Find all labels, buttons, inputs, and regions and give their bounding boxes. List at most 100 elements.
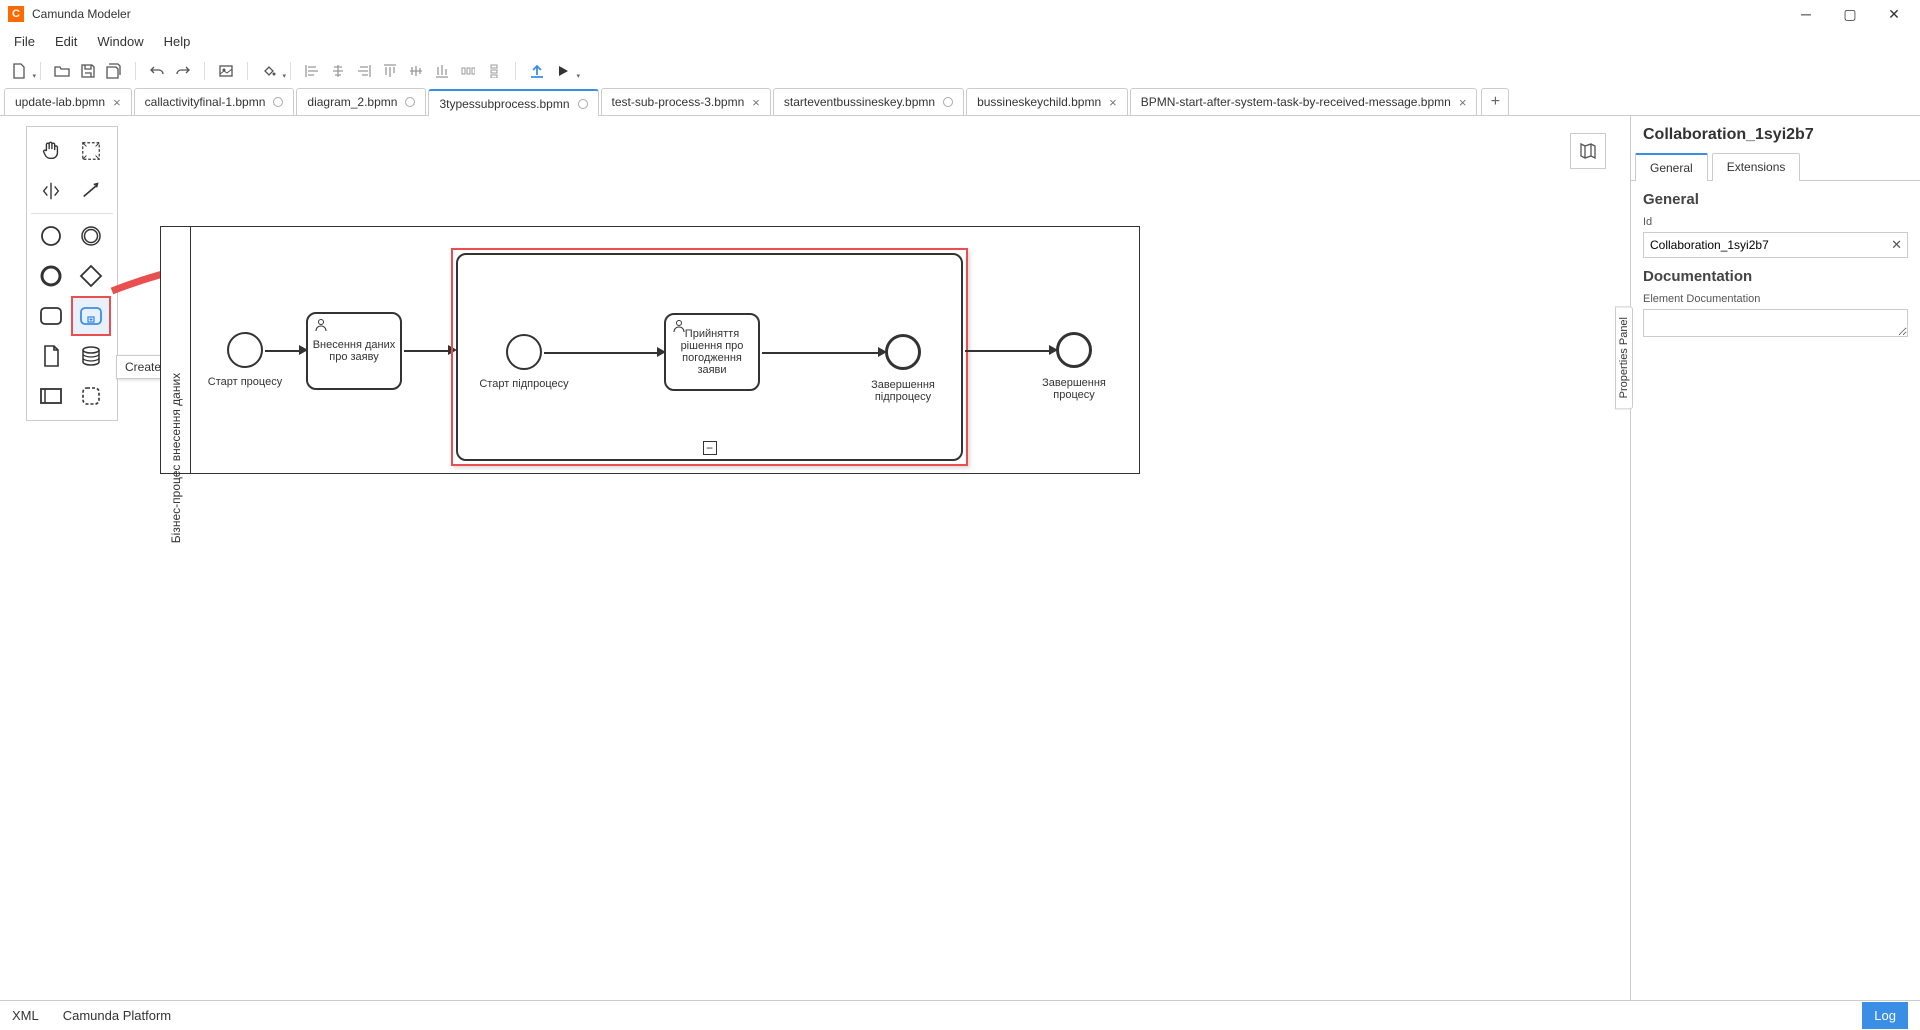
deploy-icon[interactable] — [526, 60, 548, 82]
open-icon[interactable] — [51, 60, 73, 82]
subprocess-marker-icon: − — [703, 441, 717, 455]
align-right-icon[interactable] — [353, 60, 375, 82]
id-input[interactable] — [1643, 232, 1908, 258]
unsaved-indicator-icon — [578, 99, 588, 109]
global-connect-tool-icon[interactable] — [71, 171, 111, 211]
window-title-bar: C Camunda Modeler ─ ▢ ✕ — [0, 0, 1920, 28]
app-icon: C — [8, 6, 24, 22]
sequence-flow[interactable] — [544, 352, 659, 354]
user-task-1[interactable]: Внесення даних про заяву — [306, 312, 402, 390]
data-store-icon[interactable] — [71, 336, 111, 376]
doc-label: Element Documentation — [1643, 293, 1908, 305]
color-fill-icon[interactable]: ▾ — [258, 60, 280, 82]
menu-edit[interactable]: Edit — [47, 31, 85, 52]
run-icon[interactable]: ▾ — [552, 60, 574, 82]
task-icon[interactable] — [31, 296, 71, 336]
bpmn-diagram[interactable]: Бізнес-процес внесення даних Старт проце… — [160, 226, 1140, 474]
new-file-icon[interactable]: ▾ — [8, 60, 30, 82]
lasso-tool-icon[interactable] — [71, 131, 111, 171]
intermediate-event-icon[interactable] — [71, 216, 111, 256]
space-tool-icon[interactable] — [31, 171, 71, 211]
status-xml[interactable]: XML — [12, 1008, 39, 1023]
task-label: Внесення даних про заяву — [312, 339, 396, 363]
sequence-flow[interactable] — [265, 350, 301, 352]
tab-close-icon[interactable]: × — [1109, 95, 1117, 110]
align-top-icon[interactable] — [379, 60, 401, 82]
main-canvas-area: Create expanded SubProcess Бізнес-процес… — [0, 116, 1920, 1000]
expanded-subprocess-icon[interactable] — [71, 296, 111, 336]
undo-icon[interactable] — [146, 60, 168, 82]
menu-help[interactable]: Help — [156, 31, 199, 52]
section-doc-title: Documentation — [1643, 268, 1908, 285]
log-button[interactable]: Log — [1862, 1002, 1908, 1029]
tab-close-icon[interactable]: × — [113, 95, 121, 110]
properties-panel-toggle[interactable]: Properties Panel — [1615, 306, 1633, 409]
end-event-label: Завершення процесу — [1024, 377, 1124, 401]
save-all-icon[interactable] — [103, 60, 125, 82]
start-event-label: Старт процесу — [195, 376, 295, 388]
expanded-subprocess[interactable]: Старт підпроцесу Прийняття рішення про п… — [456, 253, 963, 461]
close-button[interactable]: ✕ — [1882, 2, 1906, 26]
section-general-title: General — [1643, 191, 1908, 208]
properties-tab-general[interactable]: General — [1635, 153, 1708, 181]
menu-window[interactable]: Window — [89, 31, 151, 52]
sequence-flow[interactable] — [965, 350, 1051, 352]
distribute-v-icon[interactable] — [483, 60, 505, 82]
participant-icon[interactable] — [31, 376, 71, 416]
sequence-flow[interactable] — [762, 352, 880, 354]
user-icon — [672, 319, 686, 336]
tab-callactivityfinal[interactable]: callactivityfinal-1.bpmn — [134, 88, 295, 115]
tab-3typessubprocess[interactable]: 3typessubprocess.bpmn — [428, 89, 598, 116]
element-palette — [26, 126, 118, 421]
minimap-toggle-button[interactable] — [1570, 133, 1606, 169]
sequence-flow[interactable] — [404, 350, 450, 352]
tab-add-button[interactable]: + — [1481, 88, 1509, 115]
align-middle-icon[interactable] — [405, 60, 427, 82]
maximize-button[interactable]: ▢ — [1838, 2, 1862, 26]
toolbar: ▾ ▾ ▾ — [0, 54, 1920, 88]
lane-title: Бізнес-процес внесення даних — [169, 373, 183, 543]
subprocess-end-label: Завершення підпроцесу — [853, 379, 953, 403]
redo-icon[interactable] — [172, 60, 194, 82]
tab-bussineskeychild[interactable]: bussineskeychild.bpmn× — [966, 88, 1128, 115]
save-icon[interactable] — [77, 60, 99, 82]
start-event-icon[interactable] — [31, 216, 71, 256]
doc-textarea[interactable] — [1643, 309, 1908, 337]
group-icon[interactable] — [71, 376, 111, 416]
distribute-h-icon[interactable] — [457, 60, 479, 82]
tab-bpmn-start-after[interactable]: BPMN-start-after-system-task-by-received… — [1130, 88, 1478, 115]
align-center-icon[interactable] — [327, 60, 349, 82]
menu-file[interactable]: File — [6, 31, 43, 52]
menu-bar: File Edit Window Help — [0, 28, 1920, 54]
gateway-icon[interactable] — [71, 256, 111, 296]
unsaved-indicator-icon — [273, 97, 283, 107]
end-event-icon[interactable] — [31, 256, 71, 296]
subprocess-end-event[interactable]: Завершення підпроцесу — [885, 334, 921, 370]
hand-tool-icon[interactable] — [31, 131, 71, 171]
properties-header: Collaboration_1syi2b7 — [1631, 116, 1920, 153]
clear-input-icon[interactable]: ✕ — [1891, 237, 1902, 253]
data-object-icon[interactable] — [31, 336, 71, 376]
start-event[interactable]: Старт процесу — [227, 332, 263, 368]
tab-test-sub-process[interactable]: test-sub-process-3.bpmn× — [601, 88, 771, 115]
align-bottom-icon[interactable] — [431, 60, 453, 82]
properties-panel: Properties Panel Collaboration_1syi2b7 G… — [1630, 116, 1920, 1000]
tab-close-icon[interactable]: × — [1459, 95, 1467, 110]
minimize-button[interactable]: ─ — [1794, 2, 1818, 26]
lane-title-bar: Бізнес-процес внесення даних — [161, 227, 191, 473]
image-icon[interactable] — [215, 60, 237, 82]
align-left-icon[interactable] — [301, 60, 323, 82]
user-icon — [314, 318, 328, 335]
tab-starteventbussineskey[interactable]: starteventbussineskey.bpmn — [773, 88, 964, 115]
tab-close-icon[interactable]: × — [752, 95, 760, 110]
tab-diagram-2[interactable]: diagram_2.bpmn — [296, 88, 426, 115]
tab-update-lab[interactable]: update-lab.bpmn× — [4, 88, 132, 115]
status-platform[interactable]: Camunda Platform — [63, 1008, 171, 1023]
status-bar: XML Camunda Platform Log — [0, 1000, 1920, 1030]
properties-tab-extensions[interactable]: Extensions — [1712, 153, 1801, 181]
window-title: Camunda Modeler — [32, 7, 1794, 21]
subprocess-start-event[interactable]: Старт підпроцесу — [506, 334, 542, 370]
unsaved-indicator-icon — [405, 97, 415, 107]
user-task-2[interactable]: Прийняття рішення про погодження заяви — [664, 313, 760, 391]
end-event[interactable]: Завершення процесу — [1056, 332, 1092, 368]
